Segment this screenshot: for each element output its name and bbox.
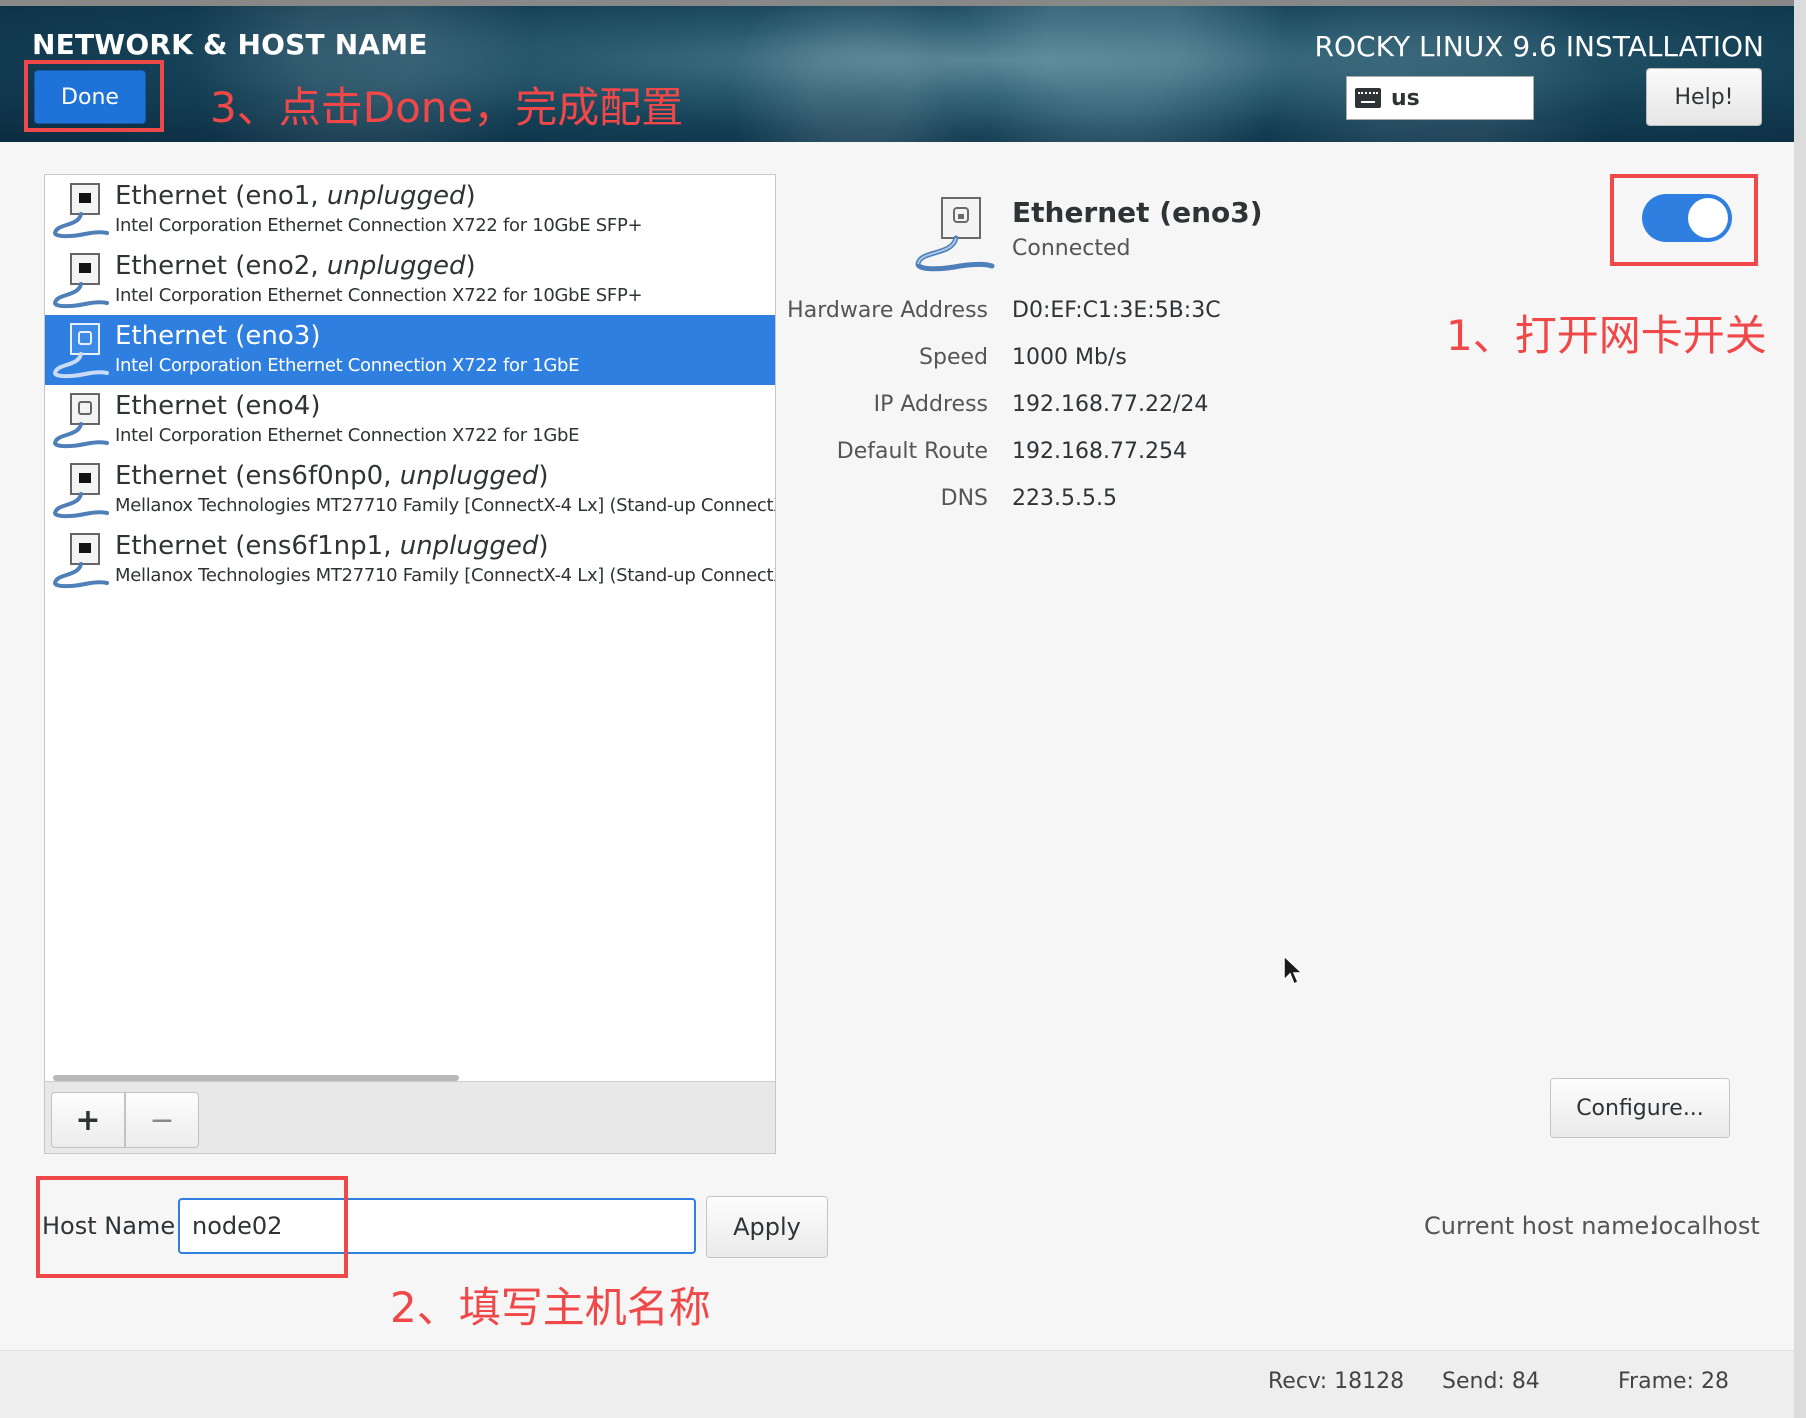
current-host-name-value: localhost [1652, 1212, 1760, 1240]
device-name: Ethernet (eno1, unplugged) [115, 181, 476, 211]
remove-device-button[interactable]: − [125, 1092, 199, 1148]
apply-hostname-button[interactable]: Apply [706, 1196, 828, 1258]
add-device-button[interactable]: + [51, 1092, 125, 1148]
annotation-box-done [24, 60, 164, 132]
ethernet-unplugged-icon [52, 533, 109, 589]
vm-status-bar: Recv: 18128 Send: 84 Frame: 28 [0, 1350, 1794, 1418]
device-row[interactable]: Ethernet (eno3) Intel Corporation Etherne… [45, 315, 775, 385]
device-name: Ethernet (ens6f1np1, unplugged) [115, 531, 549, 561]
ip-address-value: 192.168.77.22/24 [1012, 392, 1209, 417]
installer-window: NETWORK & HOST NAME Done ROCKY LINUX 9.6… [0, 0, 1806, 1418]
device-description: Intel Corporation Ethernet Connection X7… [115, 215, 643, 236]
connection-status: Connected [1012, 236, 1131, 261]
ethernet-icon [52, 393, 109, 449]
dns-value: 223.5.5.5 [1012, 486, 1117, 511]
ip-address-label: IP Address [873, 392, 988, 417]
ethernet-unplugged-icon [52, 463, 109, 519]
annotation-step2: 2、填写主机名称 [390, 1283, 711, 1332]
configure-button[interactable]: Configure... [1550, 1078, 1730, 1138]
device-description: Intel Corporation Ethernet Connection X7… [115, 285, 643, 306]
device-row[interactable]: Ethernet (ens6f1np1, unplugged) Mellanox … [45, 525, 775, 595]
keyboard-icon [1355, 88, 1381, 108]
device-name: Ethernet (eno4) [115, 391, 321, 421]
selected-device-name: Ethernet (eno3) [1012, 196, 1263, 229]
device-description: Intel Corporation Ethernet Connection X7… [115, 355, 580, 376]
keyboard-layout-label: us [1391, 85, 1420, 111]
device-list-toolbar: + − [45, 1081, 775, 1153]
send-counter: Send: 84 [1442, 1369, 1540, 1394]
device-description: Mellanox Technologies MT27710 Family [Co… [115, 495, 775, 516]
device-state: unplugged [326, 181, 466, 211]
device-name: Ethernet (ens6f0np0, unplugged) [115, 461, 549, 491]
device-description: Intel Corporation Ethernet Connection X7… [115, 425, 580, 446]
dns-label: DNS [940, 486, 988, 511]
annotation-step3: 3、点击Done，完成配置 [210, 83, 684, 132]
annotation-step1: 1、打开网卡开关 [1446, 311, 1767, 360]
ethernet-connected-icon [915, 197, 995, 272]
ethernet-unplugged-icon [52, 183, 109, 239]
page-title: NETWORK & HOST NAME [32, 28, 428, 61]
speed-label: Speed [919, 345, 988, 370]
default-route-label: Default Route [836, 439, 988, 464]
ethernet-icon [52, 323, 109, 379]
default-route-value: 192.168.77.254 [1012, 439, 1187, 464]
speed-value: 1000 Mb/s [1012, 345, 1127, 370]
annotation-box-hostname [36, 1176, 348, 1278]
device-description: Mellanox Technologies MT27710 Family [Co… [115, 565, 775, 586]
network-device-list: Ethernet (eno1, unplugged) Intel Corporat… [44, 174, 776, 1154]
mouse-pointer-icon [1283, 954, 1304, 986]
recv-counter: Recv: 18128 [1268, 1369, 1405, 1394]
help-button[interactable]: Help! [1646, 68, 1762, 126]
hardware-address-label: Hardware Address [787, 298, 988, 323]
device-row[interactable]: Ethernet (eno1, unplugged) Intel Corporat… [45, 175, 775, 245]
device-name: Ethernet (eno3) [115, 321, 321, 351]
annotation-box-toggle [1610, 174, 1758, 266]
ethernet-unplugged-icon [52, 253, 109, 309]
device-state: unplugged [399, 461, 539, 491]
hardware-address-value: D0:EF:C1:3E:5B:3C [1012, 298, 1221, 323]
device-state: unplugged [326, 251, 466, 281]
frame-counter: Frame: 28 [1618, 1369, 1729, 1394]
keyboard-layout-indicator[interactable]: us [1346, 76, 1534, 120]
device-row[interactable]: Ethernet (eno4) Intel Corporation Etherne… [45, 385, 775, 455]
device-row[interactable]: Ethernet (eno2, unplugged) Intel Corporat… [45, 245, 775, 315]
product-title: ROCKY LINUX 9.6 INSTALLATION [1314, 30, 1764, 63]
device-row[interactable]: Ethernet (ens6f0np0, unplugged) Mellanox … [45, 455, 775, 525]
device-name: Ethernet (eno2, unplugged) [115, 251, 476, 281]
current-host-name-label: Current host name: [1424, 1212, 1658, 1240]
device-state: unplugged [399, 531, 539, 561]
